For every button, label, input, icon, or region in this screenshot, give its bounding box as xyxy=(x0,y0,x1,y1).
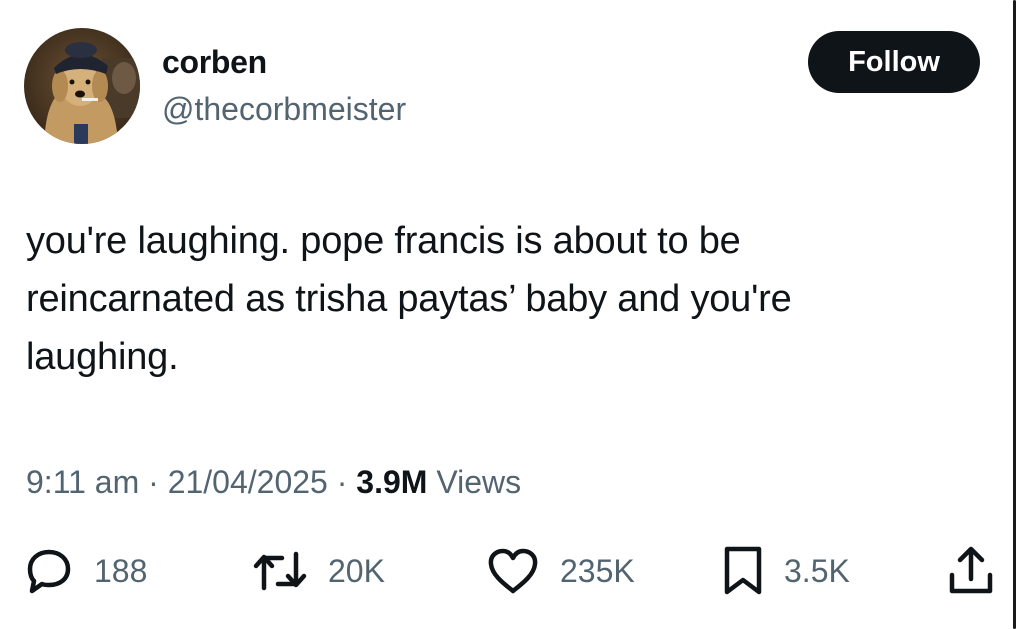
tweet-date[interactable]: 21/04/2025 xyxy=(168,464,328,500)
tweet-text-line: reincarnated as trisha paytas’ baby and … xyxy=(26,278,792,320)
meta-separator: · xyxy=(148,464,159,500)
share-button[interactable] xyxy=(946,545,996,597)
views-label: Views xyxy=(436,464,522,500)
dog-avatar-icon xyxy=(24,28,140,144)
repost-button[interactable]: 20K xyxy=(252,545,385,597)
tweet-meta: 9:11 am · 21/04/2025 · 3.9M Views xyxy=(26,460,521,504)
repost-icon xyxy=(253,551,307,591)
author-handle[interactable]: @thecorbmeister xyxy=(162,89,406,129)
repost-count: 20K xyxy=(328,552,385,589)
reply-button[interactable]: 188 xyxy=(24,545,147,597)
author-name[interactable]: corben xyxy=(162,42,267,82)
avatar[interactable] xyxy=(24,28,140,144)
tweet-time[interactable]: 9:11 am xyxy=(26,464,139,500)
follow-button[interactable]: Follow xyxy=(808,31,980,93)
like-count: 235K xyxy=(560,552,635,589)
tweet-text-line: you're laughing. pope francis is about t… xyxy=(26,220,741,262)
heart-icon xyxy=(488,548,538,594)
reply-count: 188 xyxy=(94,552,148,589)
bookmark-icon xyxy=(724,546,762,595)
bookmark-button[interactable]: 3.5K xyxy=(722,545,850,597)
tweet-text-line: laughing. xyxy=(26,336,179,378)
views-count: 3.9M xyxy=(356,464,428,500)
scrollbar[interactable] xyxy=(1013,0,1016,629)
meta-separator: · xyxy=(336,464,348,500)
tweet-text: you're laughing. pope francis is about t… xyxy=(26,212,976,386)
like-button[interactable]: 235K xyxy=(486,545,635,597)
reply-icon xyxy=(27,549,71,594)
share-icon xyxy=(949,546,993,594)
bookmark-count: 3.5K xyxy=(784,552,850,589)
